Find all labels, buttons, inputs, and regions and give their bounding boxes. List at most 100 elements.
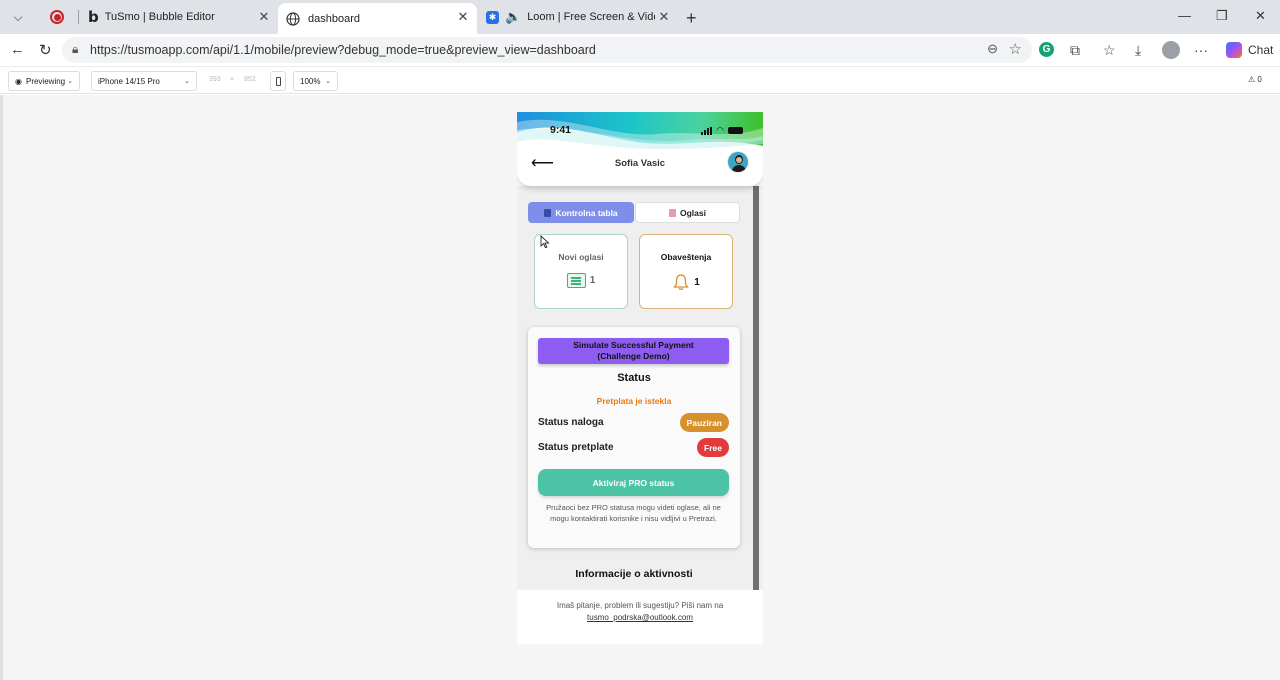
globe-icon bbox=[286, 11, 300, 26]
subscription-status-row: Status pretplate Free bbox=[538, 438, 729, 458]
tile-title: Obaveštenja bbox=[660, 252, 712, 262]
more-icon[interactable]: ··· bbox=[1194, 42, 1208, 58]
ads-icon bbox=[669, 208, 676, 217]
zoom-label: 100% bbox=[300, 76, 321, 86]
tile-count: 1 bbox=[694, 276, 700, 288]
warnings-count: 0 bbox=[1257, 75, 1262, 84]
tab-separator bbox=[78, 10, 79, 24]
subscription-status-label: Status pretplate bbox=[538, 442, 614, 453]
minimize-icon[interactable]: — bbox=[1178, 8, 1191, 23]
close-icon[interactable]: ✕ bbox=[656, 9, 672, 25]
scrollbar[interactable] bbox=[753, 186, 759, 590]
activate-pro-button[interactable]: Aktiviraj PRO status bbox=[538, 469, 729, 496]
width-field[interactable]: 393 bbox=[209, 76, 221, 83]
account-status-row: Status naloga Pauziran bbox=[538, 413, 729, 433]
wifi-icon: ◠ bbox=[716, 125, 724, 135]
height-field[interactable]: 852 bbox=[244, 76, 256, 83]
restore-icon[interactable]: ❐ bbox=[1216, 8, 1228, 24]
lock-icon[interactable]: 🔒︎ bbox=[72, 42, 78, 57]
mouse-cursor-icon bbox=[540, 235, 550, 249]
chevron-down-icon: ⌄ bbox=[67, 78, 73, 85]
zoom-select[interactable]: 100% ⌄ bbox=[293, 71, 338, 91]
close-icon[interactable]: ✕ bbox=[256, 9, 272, 25]
battery-icon bbox=[728, 127, 743, 134]
tab-label: Kontrolna tabla bbox=[555, 207, 618, 218]
status-card: Simulate Successful Payment (Challenge D… bbox=[528, 327, 740, 548]
activity-title: Informacije o aktivnosti bbox=[575, 568, 693, 580]
loom-icon: ✱ bbox=[486, 10, 499, 24]
reload-icon[interactable]: ↻ bbox=[39, 41, 52, 59]
address-bar[interactable]: 🔒︎ https://tusmoapp.com/api/1.1/mobile/p… bbox=[62, 37, 1032, 63]
tab-kontrolna-tabla[interactable]: Kontrolna tabla bbox=[528, 202, 634, 223]
tab-oglasi[interactable]: Oglasi bbox=[635, 202, 740, 223]
avatar[interactable] bbox=[727, 151, 749, 173]
tab-title: dashboard bbox=[308, 12, 360, 25]
tab-title: Loom | Free Screen & Video R bbox=[527, 11, 655, 23]
back-icon[interactable]: ← bbox=[10, 41, 25, 58]
tab-recording[interactable] bbox=[42, 3, 72, 31]
browser-tab-strip: ⌵ b TuSmo | Bubble Editor ✕ dashboard ✕ … bbox=[0, 0, 1280, 34]
tile-count-row: 1 bbox=[640, 273, 732, 291]
dimension-separator: × bbox=[230, 76, 235, 83]
grammarly-icon[interactable]: G bbox=[1039, 42, 1054, 57]
device-select[interactable]: iPhone 14/15 Pro ⌄ bbox=[91, 71, 197, 91]
browser-toolbar: ← ↻ 🔒︎ https://tusmoapp.com/api/1.1/mobi… bbox=[0, 34, 1280, 66]
mode-select[interactable]: ◉ Previewing ⌄ bbox=[8, 71, 80, 91]
tab-dashboard[interactable]: dashboard ✕ bbox=[278, 3, 477, 34]
tab-label: Oglasi bbox=[680, 207, 706, 218]
phone-preview: 9:41 ◠ ⟵ Sofia Vasic Kontrolna tabla Ogl… bbox=[517, 112, 763, 644]
speaker-icon[interactable]: 🔈 bbox=[505, 9, 521, 25]
dashboard-icon bbox=[544, 208, 552, 217]
close-icon[interactable]: ✕ bbox=[455, 9, 471, 25]
status-badge: Pauziran bbox=[679, 413, 729, 432]
tile-count: 1 bbox=[589, 275, 596, 286]
close-window-icon[interactable]: ✕ bbox=[1255, 8, 1266, 24]
url-text[interactable]: https://tusmoapp.com/api/1.1/mobile/prev… bbox=[90, 43, 596, 57]
eye-icon: ◉ bbox=[15, 76, 22, 86]
preview-toolbar: ◉ Previewing ⌄ iPhone 14/15 Pro ⌄ 393 × … bbox=[0, 66, 1280, 94]
app-header: 9:41 ◠ ⟵ Sofia Vasic bbox=[517, 112, 763, 186]
simulate-payment-button[interactable]: Simulate Successful Payment (Challenge D… bbox=[538, 338, 729, 364]
record-icon bbox=[50, 10, 64, 24]
tab-bubble-editor[interactable]: b TuSmo | Bubble Editor ✕ bbox=[80, 3, 278, 31]
chevron-down-icon: ⌄ bbox=[184, 78, 190, 85]
tile-title: Novi oglasi bbox=[558, 252, 604, 262]
plus-icon[interactable]: + bbox=[686, 8, 697, 29]
warning-icon: ⚠ bbox=[1248, 75, 1256, 84]
tile-notifications[interactable]: Obaveštenja 1 bbox=[639, 234, 733, 309]
device-label: iPhone 14/15 Pro bbox=[98, 76, 160, 86]
list-icon bbox=[566, 273, 586, 288]
signal-icon bbox=[701, 126, 713, 135]
tab-list-button[interactable]: ⌵ bbox=[6, 5, 30, 29]
status-title: Status bbox=[617, 372, 651, 384]
tile-count-row: 1 bbox=[535, 273, 627, 288]
chat-label: Chat bbox=[1248, 43, 1274, 57]
status-badge: Free bbox=[697, 438, 729, 457]
warnings-indicator[interactable]: ⚠ 0 bbox=[1248, 75, 1262, 84]
support-footer: Imaš pitanje, problem ili sugestiju? Piš… bbox=[517, 590, 763, 644]
phone-icon bbox=[275, 76, 281, 86]
star-icon[interactable]: ☆ bbox=[1009, 40, 1022, 58]
copilot-icon bbox=[1226, 42, 1242, 58]
bubble-icon: b bbox=[88, 8, 99, 26]
support-question: Imaš pitanje, problem ili sugestiju? Piš… bbox=[556, 601, 724, 610]
profile-icon[interactable] bbox=[1162, 41, 1180, 59]
pay-line-1: Simulate Successful Payment bbox=[573, 339, 694, 350]
chevron-down-icon: ⌄ bbox=[325, 78, 331, 85]
zoom-icon[interactable]: ⊖ bbox=[987, 41, 998, 57]
dashboard-tabs: Kontrolna tabla Oglasi bbox=[528, 202, 740, 223]
puzzle-icon[interactable]: ⧉ bbox=[1070, 42, 1080, 59]
rotate-device-button[interactable] bbox=[270, 71, 286, 91]
favorites-icon[interactable]: ☆ bbox=[1103, 42, 1116, 59]
status-icons: ◠ bbox=[701, 125, 743, 136]
download-icon[interactable]: ⤓ bbox=[1135, 42, 1141, 59]
support-email-link[interactable]: tusmo_podrska@outlook.com bbox=[517, 613, 763, 622]
subscription-expired-text: Pretplata je istekla bbox=[596, 396, 672, 406]
pro-info-note: Pružaoci bez PRO statusa mogu videti ogl… bbox=[546, 503, 721, 523]
mode-label: Previewing bbox=[25, 76, 66, 86]
copilot-chat-button[interactable]: Chat bbox=[1218, 38, 1280, 62]
tab-title: TuSmo | Bubble Editor bbox=[104, 11, 215, 23]
tab-loom[interactable]: ✱ 🔈 Loom | Free Screen & Video R ✕ bbox=[478, 3, 678, 31]
status-time: 9:41 bbox=[550, 124, 572, 136]
chevron-down-icon: ⌵ bbox=[13, 9, 23, 24]
